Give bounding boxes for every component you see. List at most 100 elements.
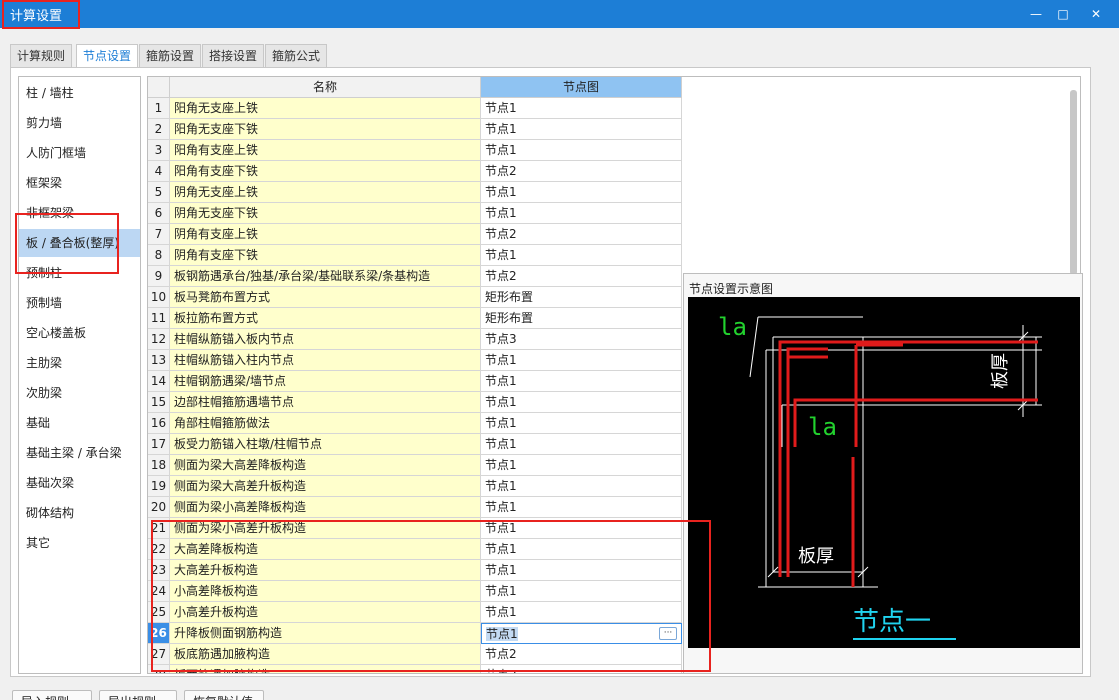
sidebar-item[interactable]: 其它 bbox=[19, 529, 140, 557]
row-node-value[interactable]: 节点1 bbox=[481, 413, 682, 434]
row-index: 14 bbox=[148, 371, 170, 392]
tab-stirrup-formula[interactable]: 箍筋公式 bbox=[265, 44, 328, 68]
row-name: 阴角有支座上铁 bbox=[170, 224, 481, 245]
sidebar-item[interactable]: 空心楼盖板 bbox=[19, 319, 140, 347]
sidebar-item[interactable]: 基础 bbox=[19, 409, 140, 437]
row-node-value[interactable]: 节点1 bbox=[481, 203, 682, 224]
sidebar-item[interactable]: 剪力墙 bbox=[19, 109, 140, 137]
table-row[interactable]: 8 阴角有支座下铁 节点1 bbox=[148, 245, 682, 266]
row-index: 6 bbox=[148, 203, 170, 224]
row-name: 角部柱帽箍筋做法 bbox=[170, 413, 481, 434]
tab-lap-settings[interactable]: 搭接设置 bbox=[202, 44, 265, 68]
sidebar-item[interactable]: 次肋梁 bbox=[19, 379, 140, 407]
maximize-icon[interactable]: □ bbox=[1053, 4, 1073, 24]
row-node-value[interactable]: 节点1 bbox=[481, 371, 682, 392]
label-la-top: la bbox=[718, 313, 747, 341]
table-row[interactable]: 4 阳角有支座下铁 节点2 bbox=[148, 161, 682, 182]
table-row[interactable]: 7 阴角有支座上铁 节点2 bbox=[148, 224, 682, 245]
table-row[interactable]: 20 侧面为梁小高差降板构造 节点1 bbox=[148, 497, 682, 518]
label-slab-thickness-bottom: 板厚 bbox=[798, 546, 834, 567]
table-row[interactable]: 18 侧面为梁大高差降板构造 节点1 bbox=[148, 455, 682, 476]
preview-title: 节点设置示意图 bbox=[689, 282, 774, 296]
sidebar-item[interactable]: 框架梁 bbox=[19, 169, 140, 197]
table-row[interactable]: 6 阴角无支座下铁 节点1 bbox=[148, 203, 682, 224]
tab-node-settings[interactable]: 节点设置 bbox=[76, 44, 139, 69]
table-header-name[interactable]: 名称 bbox=[170, 77, 481, 98]
window-titlebar: 计算设置 — □ ✕ bbox=[0, 0, 1119, 28]
row-node-value-text: 节点1 bbox=[485, 143, 517, 157]
minimize-icon[interactable]: — bbox=[1026, 4, 1046, 24]
row-index: 15 bbox=[148, 392, 170, 413]
table-row[interactable]: 12 柱帽纵筋锚入板内节点 节点3 bbox=[148, 329, 682, 350]
table-row[interactable]: 13 柱帽纵筋锚入柱内节点 节点1 bbox=[148, 350, 682, 371]
row-node-value[interactable]: 节点1 bbox=[481, 350, 682, 371]
row-name: 柱帽钢筋遇梁/墙节点 bbox=[170, 371, 481, 392]
row-index: 19 bbox=[148, 476, 170, 497]
row-node-value[interactable]: 节点1 bbox=[481, 392, 682, 413]
row-node-value[interactable]: 节点1 bbox=[481, 119, 682, 140]
table-row[interactable]: 9 板钢筋遇承台/独基/承台梁/基础联系梁/条基构造 节点2 bbox=[148, 266, 682, 287]
export-rules-button[interactable]: 导出规则 bbox=[99, 690, 177, 700]
sidebar-item[interactable]: 预制墙 bbox=[19, 289, 140, 317]
import-rules-button[interactable]: 导入规则 bbox=[12, 690, 92, 700]
row-node-value[interactable]: 节点1 bbox=[481, 245, 682, 266]
row-name: 阴角有支座下铁 bbox=[170, 245, 481, 266]
row-node-value-text: 节点3 bbox=[485, 332, 517, 346]
close-icon[interactable]: ✕ bbox=[1086, 4, 1106, 24]
row-node-value[interactable]: 节点1 bbox=[481, 497, 682, 518]
row-node-value[interactable]: 节点1 bbox=[481, 182, 682, 203]
row-name: 板马凳筋布置方式 bbox=[170, 287, 481, 308]
row-node-value-text: 节点1 bbox=[485, 458, 517, 472]
table-row[interactable]: 10 板马凳筋布置方式 矩形布置 bbox=[148, 287, 682, 308]
table-scrollbar-thumb[interactable] bbox=[1070, 90, 1077, 275]
table-row[interactable]: 11 板拉筋布置方式 矩形布置 bbox=[148, 308, 682, 329]
row-name: 阳角有支座下铁 bbox=[170, 161, 481, 182]
row-node-value[interactable]: 节点1 bbox=[481, 476, 682, 497]
sidebar-item[interactable]: 砌体结构 bbox=[19, 499, 140, 527]
row-node-value[interactable]: 节点2 bbox=[481, 161, 682, 182]
highlight-box-sidebar bbox=[15, 213, 119, 274]
row-index: 16 bbox=[148, 413, 170, 434]
table-row[interactable]: 15 边部柱帽箍筋遇墙节点 节点1 bbox=[148, 392, 682, 413]
row-node-value-text: 矩形布置 bbox=[485, 311, 534, 325]
table-row[interactable]: 3 阳角有支座上铁 节点1 bbox=[148, 140, 682, 161]
row-node-value[interactable]: 节点1 bbox=[481, 455, 682, 476]
sidebar-item[interactable]: 主肋梁 bbox=[19, 349, 140, 377]
sidebar-item[interactable]: 基础主梁 / 承台梁 bbox=[19, 439, 140, 467]
sidebar-item[interactable]: 人防门框墙 bbox=[19, 139, 140, 167]
row-name: 板拉筋布置方式 bbox=[170, 308, 481, 329]
row-node-value[interactable]: 矩形布置 bbox=[481, 287, 682, 308]
row-node-value-text: 矩形布置 bbox=[485, 290, 534, 304]
diagram-caption: 节点一 bbox=[853, 607, 931, 637]
row-name: 阴角无支座上铁 bbox=[170, 182, 481, 203]
tab-stirrup-settings[interactable]: 箍筋设置 bbox=[139, 44, 202, 68]
row-node-value[interactable]: 节点1 bbox=[481, 98, 682, 119]
row-name: 柱帽纵筋锚入板内节点 bbox=[170, 329, 481, 350]
row-index: 8 bbox=[148, 245, 170, 266]
table-row[interactable]: 17 板受力筋锚入柱墩/柱帽节点 节点1 bbox=[148, 434, 682, 455]
row-node-value-text: 节点1 bbox=[485, 479, 517, 493]
row-node-value[interactable]: 节点2 bbox=[481, 266, 682, 287]
restore-defaults-button[interactable]: 恢复默认值 bbox=[184, 690, 264, 700]
sidebar-item[interactable]: 柱 / 墙柱 bbox=[19, 79, 140, 107]
table-row[interactable]: 16 角部柱帽箍筋做法 节点1 bbox=[148, 413, 682, 434]
row-node-value[interactable]: 矩形布置 bbox=[481, 308, 682, 329]
row-node-value[interactable]: 节点1 bbox=[481, 140, 682, 161]
table-row[interactable]: 5 阴角无支座上铁 节点1 bbox=[148, 182, 682, 203]
table-row[interactable]: 14 柱帽钢筋遇梁/墙节点 节点1 bbox=[148, 371, 682, 392]
row-name: 板受力筋锚入柱墩/柱帽节点 bbox=[170, 434, 481, 455]
table-row[interactable]: 2 阳角无支座下铁 节点1 bbox=[148, 119, 682, 140]
sidebar-item[interactable]: 基础次梁 bbox=[19, 469, 140, 497]
table-header-node-image[interactable]: 节点图 bbox=[481, 77, 682, 98]
row-node-value[interactable]: 节点2 bbox=[481, 224, 682, 245]
table-row[interactable]: 1 阳角无支座上铁 节点1 bbox=[148, 98, 682, 119]
row-index: 9 bbox=[148, 266, 170, 287]
tab-calc-rules[interactable]: 计算规则 bbox=[10, 44, 73, 68]
row-node-value[interactable]: 节点1 bbox=[481, 434, 682, 455]
row-node-value-text: 节点1 bbox=[485, 122, 517, 136]
component-type-list: 柱 / 墙柱 剪力墙 人防门框墙 框架梁 非框架梁板 / 叠合板(整厚) 预制柱 预制墙 空心… bbox=[18, 76, 141, 674]
table-row[interactable]: 19 侧面为梁大高差升板构造 节点1 bbox=[148, 476, 682, 497]
row-name: 边部柱帽箍筋遇墙节点 bbox=[170, 392, 481, 413]
row-index: 12 bbox=[148, 329, 170, 350]
row-node-value[interactable]: 节点3 bbox=[481, 329, 682, 350]
